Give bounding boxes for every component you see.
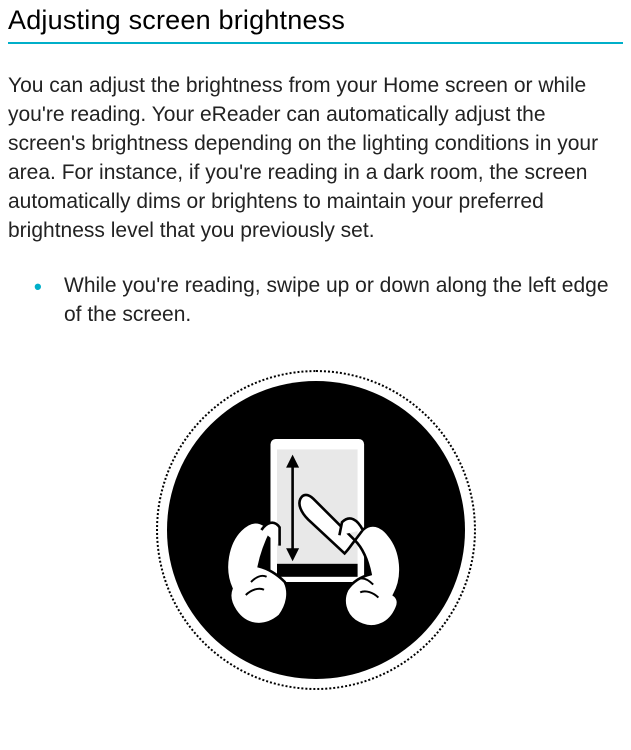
illustration-container (8, 370, 623, 690)
swipe-brightness-gesture-icon (156, 370, 476, 690)
hands-device-icon (186, 400, 446, 660)
black-circle-background (167, 381, 465, 679)
instruction-item: While you're reading, swipe up or down a… (42, 272, 623, 330)
heading-divider (8, 42, 623, 44)
document-page: Adjusting screen brightness You can adju… (0, 0, 631, 690)
page-heading: Adjusting screen brightness (8, 5, 623, 36)
intro-paragraph: You can adjust the brightness from your … (8, 72, 623, 246)
instruction-list: While you're reading, swipe up or down a… (8, 272, 623, 330)
